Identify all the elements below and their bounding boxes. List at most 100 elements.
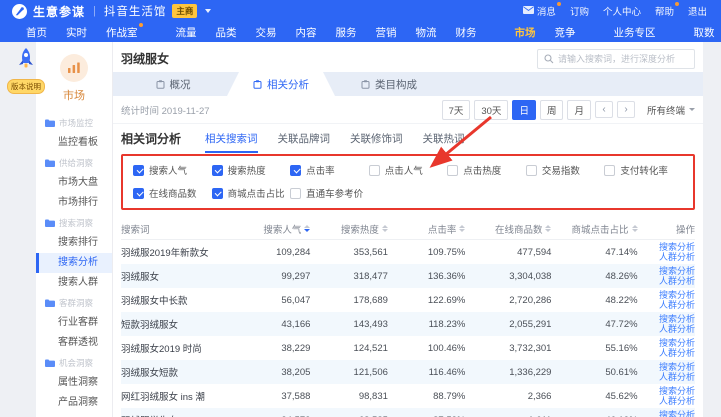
metric-label: 搜索热度 bbox=[228, 163, 266, 177]
action-link-搜索分析[interactable]: 搜索分析 bbox=[659, 314, 695, 324]
action-link-搜索分析[interactable]: 搜索分析 bbox=[659, 362, 695, 372]
checkbox-unchecked-icon[interactable] bbox=[604, 165, 615, 176]
sidebar-item-市场排行[interactable]: 市场排行 bbox=[36, 193, 112, 213]
checkbox-unchecked-icon[interactable] bbox=[290, 188, 301, 199]
sidebar-item-监控看板[interactable]: 监控看板 bbox=[36, 133, 112, 153]
word-tab-关联热词[interactable]: 关联热词 bbox=[423, 124, 465, 153]
checkbox-unchecked-icon[interactable] bbox=[447, 165, 458, 176]
column-header-搜索热度[interactable]: 搜索热度 bbox=[310, 222, 387, 236]
chevron-down-icon[interactable] bbox=[205, 9, 211, 13]
sidebar-group-label: 机会洞察 bbox=[59, 357, 93, 369]
nav-item-业务专区[interactable]: 业务专区 bbox=[614, 25, 656, 40]
nav-item-流量[interactable]: 流量 bbox=[176, 25, 197, 40]
sidebar-item-客群透视[interactable]: 客群透视 bbox=[36, 333, 112, 353]
sidebar-item-市场大盘[interactable]: 市场大盘 bbox=[36, 173, 112, 193]
sidebar-item-产品洞察[interactable]: 产品洞察 bbox=[36, 393, 112, 413]
tab-类目构成[interactable]: 类目构成 bbox=[335, 72, 443, 96]
nav-item-内容[interactable]: 内容 bbox=[296, 25, 317, 40]
notification-dot bbox=[139, 23, 143, 27]
tab-概况[interactable]: 概况 bbox=[119, 72, 227, 96]
search-input[interactable] bbox=[558, 54, 688, 64]
action-link-人群分析[interactable]: 人群分析 bbox=[659, 252, 695, 262]
column-header-商城点击占比[interactable]: 商城点击占比 bbox=[551, 222, 637, 236]
action-link-搜索分析[interactable]: 搜索分析 bbox=[659, 266, 695, 276]
header-link-个人中心[interactable]: 个人中心 bbox=[603, 4, 641, 18]
nav-item-财务[interactable]: 财务 bbox=[456, 25, 477, 40]
action-link-搜索分析[interactable]: 搜索分析 bbox=[659, 338, 695, 348]
action-link-人群分析[interactable]: 人群分析 bbox=[659, 276, 695, 286]
word-tab-相关搜索词[interactable]: 相关搜索词 bbox=[205, 124, 258, 153]
header-link-帮助[interactable]: 帮助 bbox=[655, 4, 674, 18]
brand-logo[interactable]: 生意参谋 | 抖音生活馆 主商 bbox=[12, 3, 211, 20]
prev-page-button[interactable]: ‹ bbox=[595, 101, 613, 118]
sidebar-item-行业客群[interactable]: 行业客群 bbox=[36, 313, 112, 333]
checkbox-unchecked-icon[interactable] bbox=[369, 165, 380, 176]
range-button-7天[interactable]: 7天 bbox=[442, 100, 471, 120]
checkbox-checked-icon[interactable] bbox=[212, 165, 223, 176]
range-button-日[interactable]: 日 bbox=[512, 100, 536, 120]
metric-checkbox-搜索人气[interactable]: 搜索人气 bbox=[133, 163, 212, 177]
word-tab-关联品牌词[interactable]: 关联品牌词 bbox=[278, 124, 331, 153]
floating-helper[interactable]: 版本说明 bbox=[4, 47, 48, 94]
nav-item-品类[interactable]: 品类 bbox=[216, 25, 237, 40]
metric-checkbox-点击热度[interactable]: 点击热度 bbox=[447, 163, 526, 177]
terminal-filter-select[interactable]: 所有终端 bbox=[647, 103, 695, 117]
action-link-人群分析[interactable]: 人群分析 bbox=[659, 300, 695, 310]
metric-checkbox-支付转化率[interactable]: 支付转化率 bbox=[604, 163, 683, 177]
nav-item-首页[interactable]: 首页 bbox=[26, 25, 47, 40]
metric-checkbox-直通车参考价[interactable]: 直通车参考价 bbox=[290, 186, 369, 200]
range-button-月[interactable]: 月 bbox=[567, 100, 591, 120]
sidebar-item-搜索分析[interactable]: 搜索分析 bbox=[36, 253, 112, 273]
nav-item-竞争[interactable]: 竞争 bbox=[555, 25, 576, 40]
sidebar-item-搜索人群[interactable]: 搜索人群 bbox=[36, 273, 112, 293]
next-page-button[interactable]: › bbox=[617, 101, 635, 118]
sidebar-item-搜索排行[interactable]: 搜索排行 bbox=[36, 233, 112, 253]
metric-checkbox-搜索热度[interactable]: 搜索热度 bbox=[212, 163, 291, 177]
header-link-退出[interactable]: 退出 bbox=[688, 4, 707, 18]
rocket-icon[interactable] bbox=[16, 47, 36, 71]
range-button-30天[interactable]: 30天 bbox=[474, 100, 508, 120]
word-tab-关联修饰词[interactable]: 关联修饰词 bbox=[350, 124, 403, 153]
column-header-搜索人气[interactable]: 搜索人气 bbox=[236, 222, 311, 236]
tab-相关分析[interactable]: 相关分析 bbox=[227, 72, 335, 96]
header-link-label: 消息 bbox=[537, 4, 556, 18]
metric-checkbox-商城点击占比[interactable]: 商城点击占比 bbox=[212, 186, 291, 200]
nav-item-取数[interactable]: 取数 bbox=[694, 25, 715, 40]
action-link-搜索分析[interactable]: 搜索分析 bbox=[659, 386, 695, 396]
column-header-点击率[interactable]: 点击率 bbox=[388, 222, 465, 236]
checkbox-checked-icon[interactable] bbox=[133, 188, 144, 199]
action-link-人群分析[interactable]: 人群分析 bbox=[659, 396, 695, 406]
nav-item-交易[interactable]: 交易 bbox=[256, 25, 277, 40]
action-link-搜索分析[interactable]: 搜索分析 bbox=[659, 290, 695, 300]
checkbox-checked-icon[interactable] bbox=[133, 165, 144, 176]
checkbox-checked-icon[interactable] bbox=[212, 188, 223, 199]
metric-checkbox-交易指数[interactable]: 交易指数 bbox=[526, 163, 605, 177]
action-link-搜索分析[interactable]: 搜索分析 bbox=[659, 410, 695, 417]
nav-item-作战室[interactable]: 作战室 bbox=[106, 25, 138, 40]
action-link-人群分析[interactable]: 人群分析 bbox=[659, 372, 695, 382]
nav-item-市场[interactable]: 市场 bbox=[515, 25, 536, 40]
checkbox-checked-icon[interactable] bbox=[290, 165, 301, 176]
nav-item-服务[interactable]: 服务 bbox=[336, 25, 357, 40]
column-header-在线商品数[interactable]: 在线商品数 bbox=[465, 222, 551, 236]
action-link-人群分析[interactable]: 人群分析 bbox=[659, 324, 695, 334]
nav-item-营销[interactable]: 营销 bbox=[376, 25, 397, 40]
keyword-search-box[interactable] bbox=[537, 49, 695, 69]
nav-item-实时[interactable]: 实时 bbox=[66, 25, 87, 40]
nav-item-物流[interactable]: 物流 bbox=[416, 25, 437, 40]
header-link-订购[interactable]: 订购 bbox=[570, 4, 589, 18]
metric-checkbox-点击人气[interactable]: 点击人气 bbox=[369, 163, 448, 177]
sidebar-item-属性洞察[interactable]: 属性洞察 bbox=[36, 373, 112, 393]
version-note-badge[interactable]: 版本说明 bbox=[7, 79, 45, 94]
page-title-keyword: 羽绒服女 bbox=[121, 52, 169, 66]
checkbox-unchecked-icon[interactable] bbox=[526, 165, 537, 176]
metric-checkbox-在线商品数[interactable]: 在线商品数 bbox=[133, 186, 212, 200]
action-link-人群分析[interactable]: 人群分析 bbox=[659, 348, 695, 358]
action-link-搜索分析[interactable]: 搜索分析 bbox=[659, 242, 695, 252]
sidebar-group-label: 市场监控 bbox=[59, 117, 93, 129]
cell-online_products: 3,304,038 bbox=[465, 271, 551, 282]
market-module-icon[interactable] bbox=[60, 54, 88, 82]
header-link-消息[interactable]: 消息 bbox=[523, 4, 556, 18]
range-button-周[interactable]: 周 bbox=[540, 100, 564, 120]
metric-checkbox-点击率[interactable]: 点击率 bbox=[290, 163, 369, 177]
